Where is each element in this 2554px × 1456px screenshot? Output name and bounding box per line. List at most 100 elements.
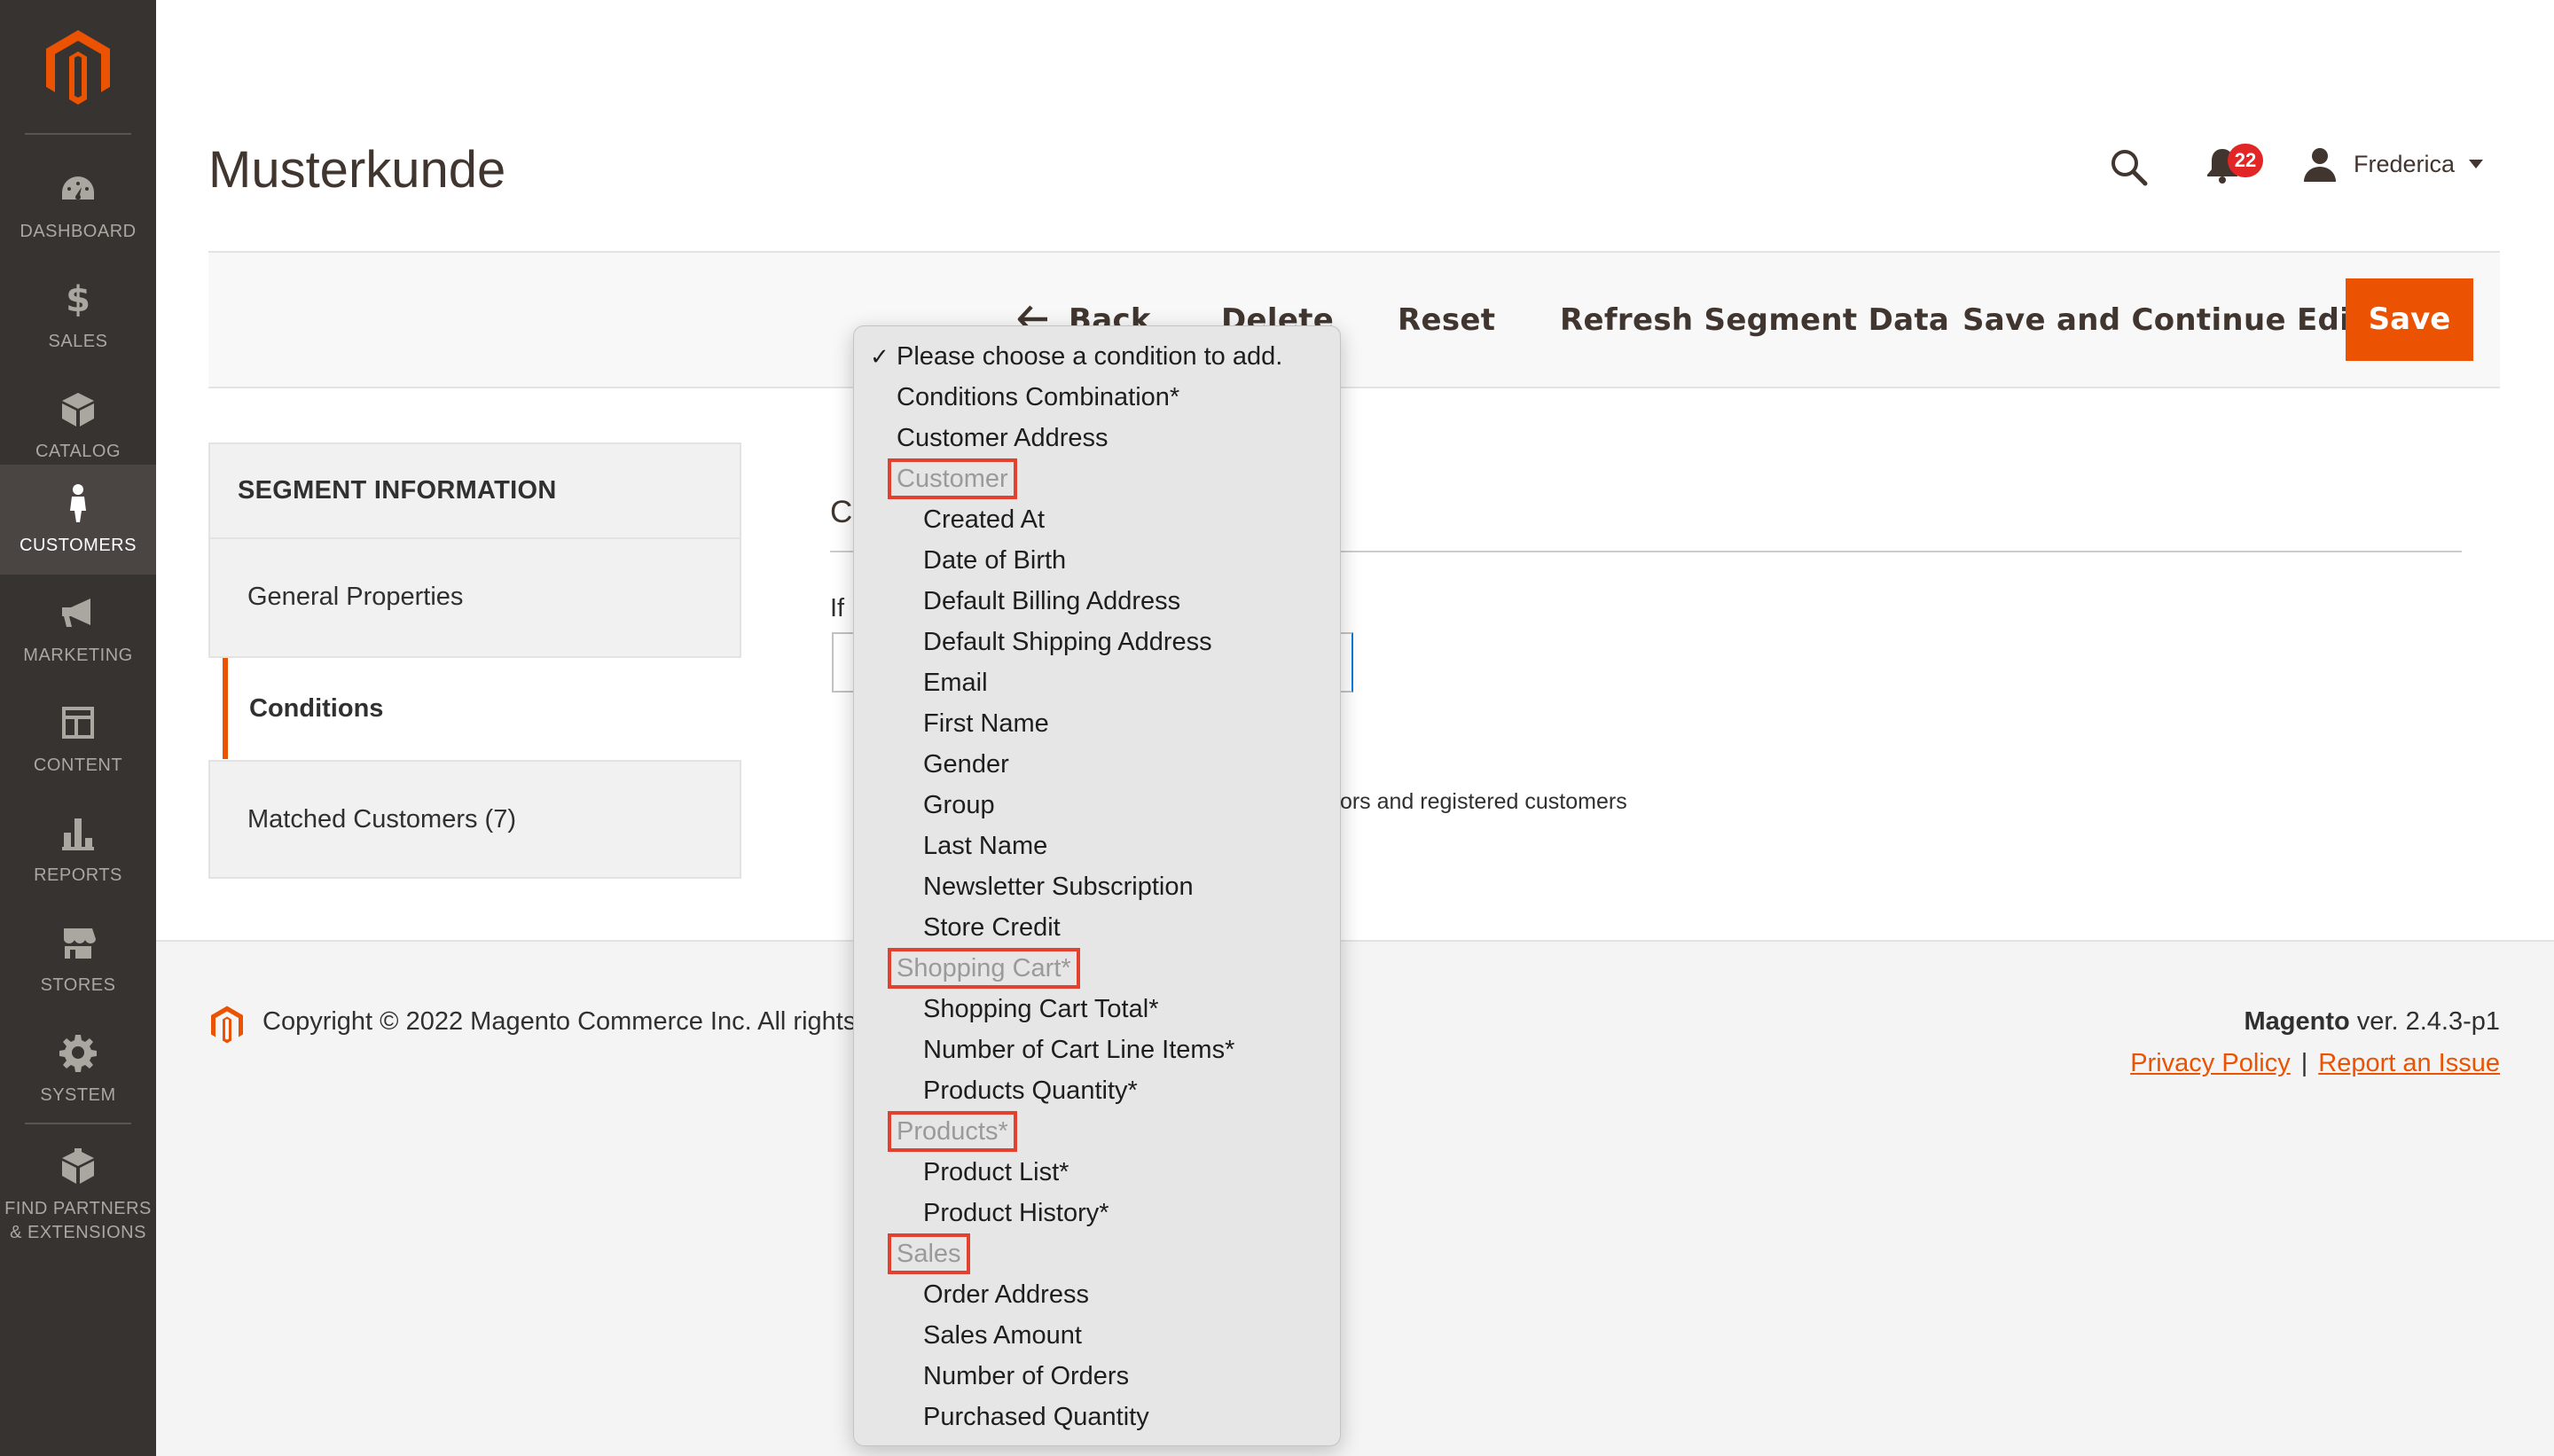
option-last-name[interactable]: Last Name	[854, 826, 1047, 866]
option-gender[interactable]: Gender	[854, 744, 1009, 785]
dollar-icon: $	[58, 278, 98, 319]
option-please-choose-a-condition-to-add[interactable]: ✓ Please choose a condition to add.	[854, 336, 1282, 377]
option-products-quantity[interactable]: Products Quantity*	[854, 1070, 1138, 1111]
link-separator: |	[2300, 1049, 2308, 1077]
option-label: Please choose a condition to add.	[897, 342, 1283, 371]
option-created-at[interactable]: Created At	[854, 499, 1045, 540]
option-label: Product List*	[923, 1158, 1069, 1186]
refresh-segment-data-button[interactable]: Refresh Segment Data	[1560, 298, 1949, 342]
option-label: Group	[923, 791, 995, 819]
option-shopping-cart-total[interactable]: Shopping Cart Total*	[854, 989, 1158, 1029]
sidebar-item-sales[interactable]: $ SALES	[0, 261, 156, 371]
magento-footer-logo-icon	[209, 1006, 245, 1045]
version-brand: Magento	[2244, 1007, 2350, 1036]
version-number: ver. 2.4.3-p1	[2349, 1007, 2500, 1036]
optgroup-customer: Customer	[888, 458, 1017, 499]
svg-text:$: $	[66, 279, 90, 318]
option-label: Number of Orders	[923, 1362, 1130, 1390]
sidebar-item-label: REPORTS	[34, 865, 122, 885]
customer-icon	[58, 482, 98, 523]
option-label: Number of Cart Line Items*	[923, 1036, 1235, 1064]
tab-general-properties[interactable]: General Properties	[208, 539, 741, 658]
segment-information-tabs: SEGMENT INFORMATION General Properties C…	[208, 442, 741, 888]
option-group[interactable]: Group	[854, 785, 995, 826]
option-date-of-birth[interactable]: Date of Birth	[854, 540, 1066, 581]
checkmark-icon: ✓	[870, 343, 889, 370]
chevron-down-icon	[2469, 160, 2484, 168]
megaphone-icon	[58, 592, 98, 633]
copyright-text: Copyright © 2022 Magento Commerce Inc. A…	[262, 1007, 857, 1036]
option-label: Customer Address	[897, 424, 1109, 452]
option-email[interactable]: Email	[854, 662, 988, 703]
report-issue-link[interactable]: Report an Issue	[2318, 1049, 2500, 1077]
option-label: Products Quantity*	[923, 1076, 1138, 1105]
option-label: Email	[923, 669, 988, 697]
sidebar-item-stores[interactable]: STORES	[0, 904, 156, 1014]
option-label: Product History*	[923, 1199, 1109, 1227]
option-order-address[interactable]: Order Address	[854, 1274, 1089, 1315]
optgroup-shopping-cart: Shopping Cart*	[888, 948, 1080, 989]
sidebar-item-system[interactable]: SYSTEM	[0, 1014, 156, 1124]
footer-links: Privacy Policy | Report an Issue	[2130, 1049, 2500, 1078]
option-product-history[interactable]: Product History*	[854, 1193, 1109, 1233]
reset-button[interactable]: Reset	[1398, 298, 1495, 342]
sidebar-item-label: SALES	[48, 331, 108, 351]
option-conditions-combination[interactable]: Conditions Combination*	[854, 377, 1179, 418]
save-and-continue-button[interactable]: Save and Continue Edit	[1963, 298, 2365, 342]
option-default-shipping-address[interactable]: Default Shipping Address	[854, 622, 1212, 662]
option-label: Last Name	[923, 832, 1048, 860]
sidebar-item-label: SYSTEM	[40, 1084, 116, 1105]
option-sales-amount[interactable]: Sales Amount	[854, 1315, 1082, 1356]
page-title: Musterkunde	[208, 141, 506, 199]
gear-icon	[58, 1032, 98, 1073]
sidebar-item-marketing[interactable]: MARKETING	[0, 575, 156, 685]
sidebar-item-label: CATALOG	[35, 441, 121, 461]
notifications-count-badge[interactable]: 22	[2228, 144, 2263, 177]
conditions-if-label: If	[830, 594, 845, 622]
user-account-menu[interactable]: Frederica	[2302, 144, 2484, 184]
optgroup-sales: Sales	[888, 1233, 970, 1274]
magento-logo-icon[interactable]	[43, 30, 114, 106]
box-icon	[58, 388, 98, 429]
option-label: Order Address	[923, 1280, 1089, 1309]
sidebar-item-customers[interactable]: CUSTOMERS	[0, 465, 156, 575]
option-default-billing-address[interactable]: Default Billing Address	[854, 581, 1180, 622]
tab-conditions[interactable]: Conditions	[223, 658, 741, 759]
sidebar-item-reports[interactable]: REPORTS	[0, 795, 156, 904]
option-number-of-cart-line-items[interactable]: Number of Cart Line Items*	[854, 1029, 1234, 1070]
option-label: Date of Birth	[923, 546, 1067, 575]
option-newsletter-subscription[interactable]: Newsletter Subscription	[854, 866, 1194, 907]
option-label: First Name	[923, 709, 1049, 738]
option-product-list[interactable]: Product List*	[854, 1152, 1069, 1193]
save-button[interactable]: Save	[2346, 278, 2473, 361]
content-layout-icon	[58, 702, 98, 743]
user-icon	[2304, 148, 2336, 182]
search-icon[interactable]	[2109, 147, 2148, 186]
option-number-of-orders[interactable]: Number of Orders	[854, 1356, 1129, 1397]
tabs-title: SEGMENT INFORMATION	[208, 442, 741, 539]
option-customer-address[interactable]: Customer Address	[854, 418, 1109, 458]
option-label: Conditions Combination*	[897, 383, 1180, 411]
condition-dropdown-list[interactable]: ✓ Please choose a condition to add. Condit…	[853, 325, 1341, 1446]
option-label: Newsletter Subscription	[923, 873, 1194, 901]
user-name: Frederica	[2354, 150, 2456, 177]
sidebar-item-find-partners[interactable]: FIND PARTNERS & EXTENSIONS	[0, 1133, 156, 1257]
admin-sidebar: DASHBOARD $ SALES CATALOG CUSTOMERS MARK…	[0, 0, 156, 1456]
privacy-policy-link[interactable]: Privacy Policy	[2130, 1049, 2291, 1077]
option-store-credit[interactable]: Store Credit	[854, 907, 1061, 948]
optgroup-products: Products*	[888, 1111, 1017, 1152]
tab-matched-customers[interactable]: Matched Customers (7)	[208, 760, 741, 879]
option-label: Store Credit	[923, 913, 1061, 942]
option-purchased-quantity[interactable]: Purchased Quantity	[854, 1397, 1149, 1437]
sidebar-item-label: & EXTENSIONS	[10, 1223, 146, 1242]
sidebar-item-label: DASHBOARD	[20, 221, 137, 241]
sidebar-divider	[25, 1123, 131, 1124]
sidebar-divider	[25, 133, 131, 135]
dashboard-icon	[58, 168, 98, 209]
sidebar-item-dashboard[interactable]: DASHBOARD	[0, 151, 156, 261]
applies-to-note: tors and registered customers	[1334, 789, 1627, 814]
sidebar-item-label: FIND PARTNERS	[4, 1199, 152, 1218]
option-first-name[interactable]: First Name	[854, 703, 1049, 744]
sidebar-item-content[interactable]: CONTENT	[0, 685, 156, 795]
option-label: Shopping Cart Total*	[923, 995, 1159, 1023]
